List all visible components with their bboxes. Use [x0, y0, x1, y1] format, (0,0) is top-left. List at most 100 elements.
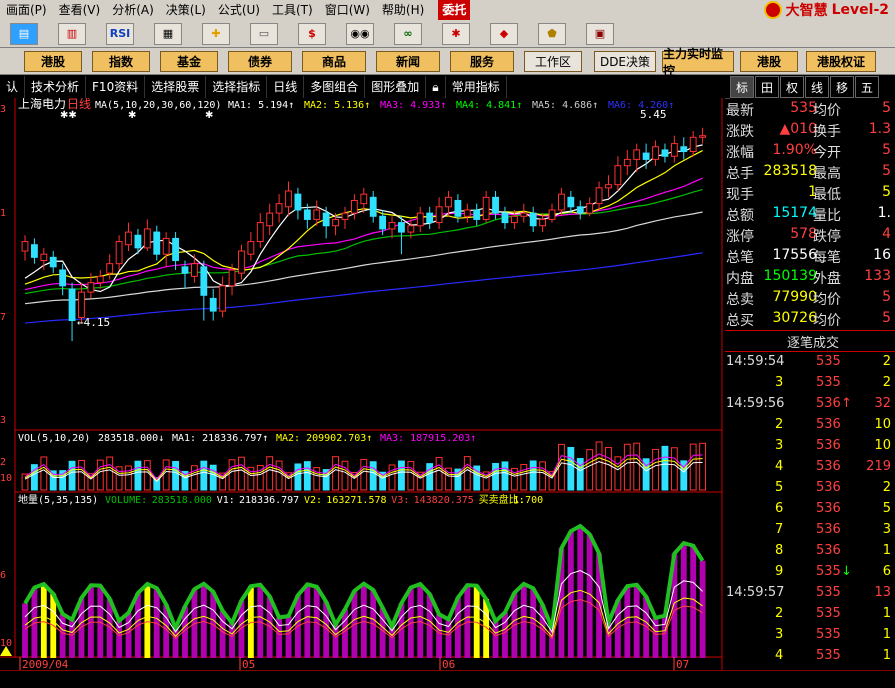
binoculars-icon[interactable]: ◉◉: [346, 22, 374, 45]
candle-body: [699, 135, 707, 138]
toolbar-item-identify[interactable]: 认: [0, 76, 26, 98]
candle-body: [670, 143, 678, 157]
ruler-icon[interactable]: ▭: [250, 22, 278, 45]
trade-time: 5: [775, 480, 784, 495]
rsi-button[interactable]: RSI: [106, 22, 134, 45]
x-axis-label: 05: [242, 658, 255, 670]
candle-body: [463, 209, 471, 217]
quote-label: 最新: [726, 103, 754, 119]
quote-label: 总买: [726, 313, 754, 329]
grid-icon[interactable]: ▦: [154, 22, 182, 45]
module-bond[interactable]: 债券: [228, 51, 292, 72]
volume-bar: [426, 463, 434, 491]
tab-five[interactable]: 五: [855, 76, 879, 98]
toolbar-item-f10[interactable]: F10资料: [86, 76, 146, 98]
menu-item-formula[interactable]: 公式(U): [212, 0, 266, 20]
app-brand: 大智慧 Level-2: [763, 0, 889, 20]
volume-ma-3: MA3: 187915.203↑: [380, 433, 476, 444]
candle-body: [200, 266, 208, 296]
candle-body: [21, 241, 29, 252]
candle-body: [143, 228, 151, 249]
volume-bar: [360, 458, 368, 491]
volume-bar: [238, 456, 245, 491]
menu-item-analysis[interactable]: 分析(A): [106, 0, 160, 20]
module-commodity[interactable]: 商品: [302, 51, 366, 72]
candle-body: [209, 297, 217, 312]
tab-rights[interactable]: 权: [780, 76, 804, 98]
diamond-icon[interactable]: ◆: [490, 22, 518, 45]
lock-icon[interactable]: ▣: [586, 22, 614, 45]
module-workspace[interactable]: 工作区: [524, 51, 582, 72]
toolbar-item-common-indicator[interactable]: 常用指标: [446, 76, 507, 98]
candle-body: [134, 234, 142, 249]
toolbar-item-select-indicator[interactable]: 选择指标: [206, 76, 268, 98]
indicator-value: 163271.578: [326, 495, 386, 506]
tab-move[interactable]: 移: [830, 76, 854, 98]
candle-body: [398, 222, 405, 233]
bar-chart-icon[interactable]: ▥: [58, 22, 86, 45]
trade-time: 4: [775, 648, 784, 663]
quote-value: ▲010: [779, 121, 818, 137]
quote-row: 现手 1 最低 5: [725, 182, 895, 203]
tab-quote[interactable]: 标: [730, 76, 754, 98]
module-dde[interactable]: DDE决策: [594, 51, 656, 72]
module-index[interactable]: 指数: [92, 51, 150, 72]
candle-body: [520, 212, 528, 217]
binoculars-alt-icon[interactable]: ∞: [394, 22, 422, 45]
volume-bar: [576, 458, 584, 491]
shield-icon[interactable]: ⬟: [538, 22, 566, 45]
volume-bar: [303, 461, 311, 491]
candle-body: [294, 193, 302, 211]
trade-list[interactable]: 14:59:54 535 2 3 535 2 14:59:56 536 ↑ 32 2 536 10 3 53…: [725, 352, 895, 684]
indicator-value: 1.700: [513, 495, 543, 506]
quote-label: 均价: [813, 313, 841, 329]
kline-chart[interactable]: 3 1 7 3 2 10 6 10 5.45 ←4.15 ✱✱ ✱ ✱ 上海电力 日线 MA(5,10,20,…: [0, 96, 725, 671]
module-news[interactable]: 新闻: [376, 51, 440, 72]
entrust-button[interactable]: 委托: [438, 0, 471, 20]
toolbar-item-multi-chart[interactable]: 多图组合: [304, 76, 366, 98]
menu-item-window[interactable]: 窗口(W): [319, 0, 376, 20]
toolbar-item-select-stock[interactable]: 选择股票: [145, 76, 207, 98]
quote-value: 5: [882, 142, 891, 158]
trade-row: 4 535 1: [725, 646, 895, 667]
toolbar-item-overlay[interactable]: 图形叠加: [365, 76, 427, 98]
chart-canvas[interactable]: 31732106105.45←4.15✱✱ ✱ ✱上海电力 日线 MA(5,10,20,…: [0, 96, 725, 671]
crosshair-icon[interactable]: ✚: [202, 22, 230, 45]
menu-item-tools[interactable]: 工具(T): [266, 0, 319, 20]
menu-item-view[interactable]: 查看(V): [53, 0, 107, 20]
candle-body: [426, 212, 434, 224]
module-service[interactable]: 服务: [450, 51, 514, 72]
trade-list-title: 逐笔成交: [787, 336, 840, 351]
toolbar-item-daily[interactable]: 日线: [267, 76, 305, 98]
chart-toolbar: 认 技术分析 F10资料 选择股票 选择指标 日线 多图组合 图形叠加 🔒︎ 常…: [0, 76, 730, 99]
candle-body: [388, 222, 396, 230]
module-hk-stocks-2[interactable]: 港股: [740, 51, 798, 72]
trade-price: 535: [816, 606, 841, 621]
quote-row: 涨跌 ▲010 换手 1.3: [725, 119, 895, 140]
chart-icon[interactable]: ▤: [10, 22, 38, 45]
star-icon[interactable]: ✱: [442, 22, 470, 45]
quote-row: 总手 283518 最高 5: [725, 161, 895, 182]
toolbar-item-tech-analysis[interactable]: 技术分析: [25, 76, 87, 98]
axis-tick-label: 1: [0, 208, 6, 219]
lock-icon[interactable]: 🔒︎: [426, 76, 446, 98]
trade-time: 14:59:57: [726, 585, 785, 600]
dollar-icon[interactable]: $: [298, 22, 326, 45]
menu-item-screen[interactable]: 画面(P): [0, 0, 53, 20]
candle-body: [445, 196, 452, 208]
menu-item-help[interactable]: 帮助(H): [376, 0, 430, 20]
module-hk-warrants[interactable]: 港股权证: [806, 51, 876, 72]
tab-grid[interactable]: 田: [755, 76, 779, 98]
menu-item-decision[interactable]: 决策(L): [160, 0, 212, 20]
trade-time: 3: [775, 375, 784, 390]
volume-bar: [539, 461, 547, 491]
module-hk-stocks[interactable]: 港股: [24, 51, 82, 72]
axis-tick-label: 3: [0, 104, 6, 115]
axis-tick-label: 3: [0, 415, 6, 426]
trade-price: 536: [816, 522, 841, 537]
trade-price: 535: [816, 564, 841, 579]
module-main-monitor[interactable]: 主力实时监控: [662, 47, 734, 78]
module-fund[interactable]: 基金: [160, 51, 218, 72]
trade-price: 535: [816, 375, 841, 390]
tab-line[interactable]: 线: [805, 76, 829, 98]
